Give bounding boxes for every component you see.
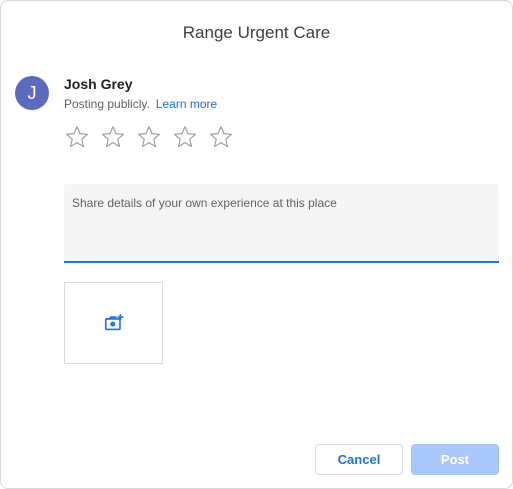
review-input[interactable]	[64, 184, 499, 261]
posting-info: Posting publicly. Learn more	[64, 97, 217, 111]
posting-publicly-text: Posting publicly.	[64, 97, 150, 111]
star-4-icon[interactable]	[172, 124, 198, 150]
star-2-icon[interactable]	[100, 124, 126, 150]
learn-more-link[interactable]: Learn more	[156, 97, 217, 111]
star-1-icon[interactable]	[64, 124, 90, 150]
dialog-title: Range Urgent Care	[182, 23, 331, 42]
user-name: Josh Grey	[64, 76, 133, 92]
add-photo-icon	[104, 313, 124, 331]
cancel-button[interactable]: Cancel	[315, 444, 403, 475]
post-button[interactable]: Post	[411, 444, 499, 475]
add-photo-button[interactable]	[64, 282, 163, 364]
star-5-icon[interactable]	[208, 124, 234, 150]
review-field	[64, 184, 499, 263]
star-3-icon[interactable]	[136, 124, 162, 150]
review-dialog: Range Urgent Care J Josh Grey Posting pu…	[0, 0, 513, 489]
avatar: J	[15, 76, 49, 110]
star-rating	[64, 124, 234, 150]
